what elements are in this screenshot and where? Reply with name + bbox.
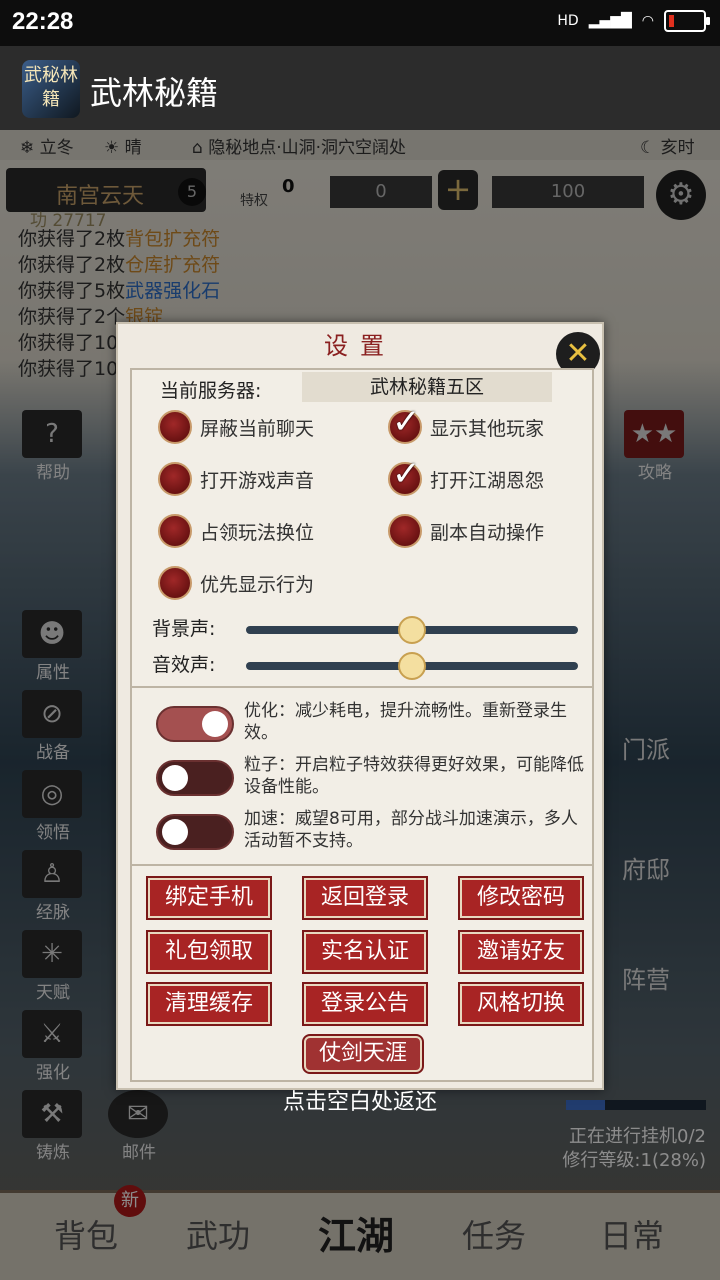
status-time: 22:28 <box>12 8 74 35</box>
bind-phone-button[interactable]: 绑定手机 <box>146 876 272 920</box>
checkbox-icon <box>158 410 192 444</box>
toggle-speedup-text: 加速：威望8可用，部分战斗加速演示，多人活动暂不支持。 <box>244 809 578 851</box>
battery-icon <box>664 10 710 32</box>
signal-icon: ▂▄▆█ <box>588 13 632 29</box>
back-login-button[interactable]: 返回登录 <box>302 876 428 920</box>
clear-cache-button[interactable]: 清理缓存 <box>146 982 272 1026</box>
option-priority-display[interactable]: 优先显示行为 <box>158 566 314 600</box>
checkbox-icon <box>158 566 192 600</box>
toggle-speedup[interactable] <box>156 814 234 850</box>
sfx-slider[interactable] <box>246 652 578 680</box>
option-game-sound[interactable]: 打开游戏声音 <box>158 462 314 496</box>
toggle-optimize-text: 优化：减少耗电，提升流畅性。重新登录生效。 <box>244 701 567 743</box>
settings-dialog: 设置 ✕ 当前服务器: 武林秘籍五区 屏蔽当前聊天 显示其他玩家 打开游戏声音 … <box>116 322 604 1090</box>
checkbox-icon <box>388 514 422 548</box>
realname-button[interactable]: 实名认证 <box>302 930 428 974</box>
network-label: HD <box>557 13 579 29</box>
wander-button[interactable]: 仗剑天涯 <box>302 1034 424 1074</box>
app-header: 武秘林籍 武林秘籍 <box>0 46 720 130</box>
status-icons: HD ▂▄▆█ ◠ <box>557 10 710 32</box>
dialog-title: 设置 <box>324 332 396 360</box>
checkbox-checked-icon <box>388 402 422 444</box>
option-jianghu-feud[interactable]: 打开江湖恩怨 <box>388 454 544 496</box>
divider <box>132 686 592 688</box>
bg-sound-label: 背景声: <box>152 618 216 640</box>
slider-handle[interactable] <box>398 616 426 644</box>
toggle-particles-text: 粒子：开启粒子特效获得更好效果，可能降低设备性能。 <box>244 755 584 797</box>
slider-handle[interactable] <box>398 652 426 680</box>
dismiss-hint: 点击空白处返还 <box>282 1090 437 1115</box>
checkbox-checked-icon <box>388 454 422 496</box>
gift-button[interactable]: 礼包领取 <box>146 930 272 974</box>
checkbox-icon <box>158 462 192 496</box>
invite-button[interactable]: 邀请好友 <box>458 930 584 974</box>
settings-panel: 当前服务器: 武林秘籍五区 屏蔽当前聊天 显示其他玩家 打开游戏声音 打开江湖恩… <box>130 368 594 1082</box>
divider <box>132 864 592 866</box>
app-logo: 武秘林籍 <box>22 60 80 118</box>
toggle-optimize[interactable] <box>156 706 234 742</box>
style-switch-button[interactable]: 风格切换 <box>458 982 584 1026</box>
server-label: 当前服务器: <box>160 380 262 402</box>
option-dungeon-auto[interactable]: 副本自动操作 <box>388 514 544 548</box>
option-occupy-swap[interactable]: 占领玩法换位 <box>158 514 314 548</box>
announcement-button[interactable]: 登录公告 <box>302 982 428 1026</box>
toggle-particles[interactable] <box>156 760 234 796</box>
server-value: 武林秘籍五区 <box>302 372 552 402</box>
change-password-button[interactable]: 修改密码 <box>458 876 584 920</box>
option-mute-chat[interactable]: 屏蔽当前聊天 <box>158 410 314 444</box>
sfx-label: 音效声: <box>152 654 216 676</box>
app-title: 武林秘籍 <box>90 74 219 112</box>
option-show-players[interactable]: 显示其他玩家 <box>388 402 544 444</box>
bg-sound-slider[interactable] <box>246 616 578 644</box>
status-bar: 22:28 HD ▂▄▆█ ◠ <box>0 0 720 46</box>
wifi-icon: ◠ <box>641 13 654 29</box>
checkbox-icon <box>158 514 192 548</box>
